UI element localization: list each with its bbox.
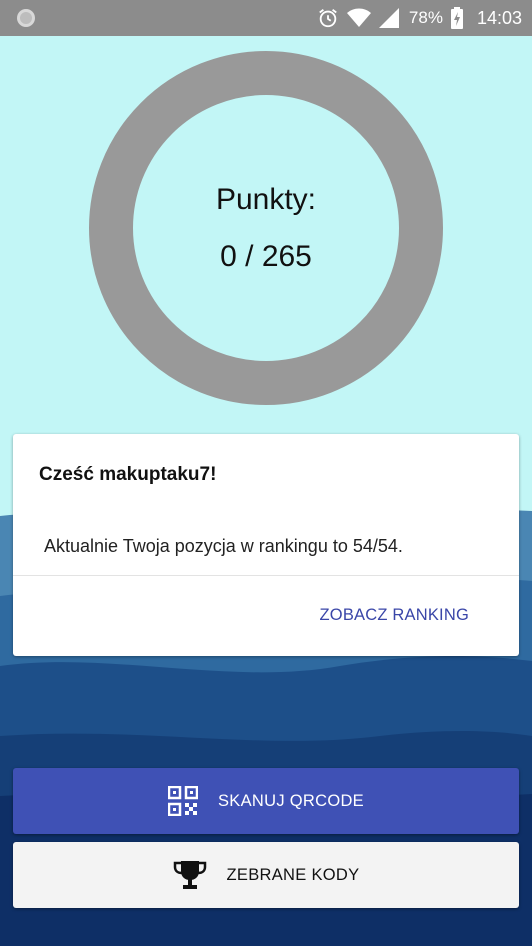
points-progress-ring: [89, 51, 443, 405]
battery-charging-icon: [450, 7, 463, 29]
signal-icon: [378, 8, 399, 28]
alarm-icon: [319, 9, 337, 28]
app-notification-icon: [17, 9, 35, 27]
battery-percent: 78%: [408, 8, 443, 27]
ranking-position-text: Aktualnie Twoja pozycja w rankingu to 54…: [44, 536, 403, 556]
qr-code-icon: [167, 786, 198, 816]
collected-codes-button[interactable]: ZEBRANE KODY: [13, 842, 519, 908]
trophy-icon: [173, 859, 207, 891]
scan-qrcode-label: SKANUJ QRCODE: [217, 791, 364, 810]
points-value: 0 / 265: [220, 240, 312, 273]
points-label: Punkty:: [215, 183, 317, 216]
scan-qrcode-button[interactable]: SKANUJ QRCODE: [13, 768, 519, 834]
greeting-title: Cześć makuptaku7!: [39, 464, 217, 485]
clock: 14:03: [476, 7, 522, 28]
ranking-card: Cześć makuptaku7! Aktualnie Twoja pozycj…: [13, 434, 519, 656]
status-bar: 78% 14:03: [0, 0, 532, 36]
view-ranking-button[interactable]: ZOBACZ RANKING: [320, 606, 469, 625]
collected-codes-label: ZEBRANE KODY: [226, 865, 360, 884]
card-divider: [13, 575, 519, 576]
wifi-icon: [346, 8, 371, 27]
